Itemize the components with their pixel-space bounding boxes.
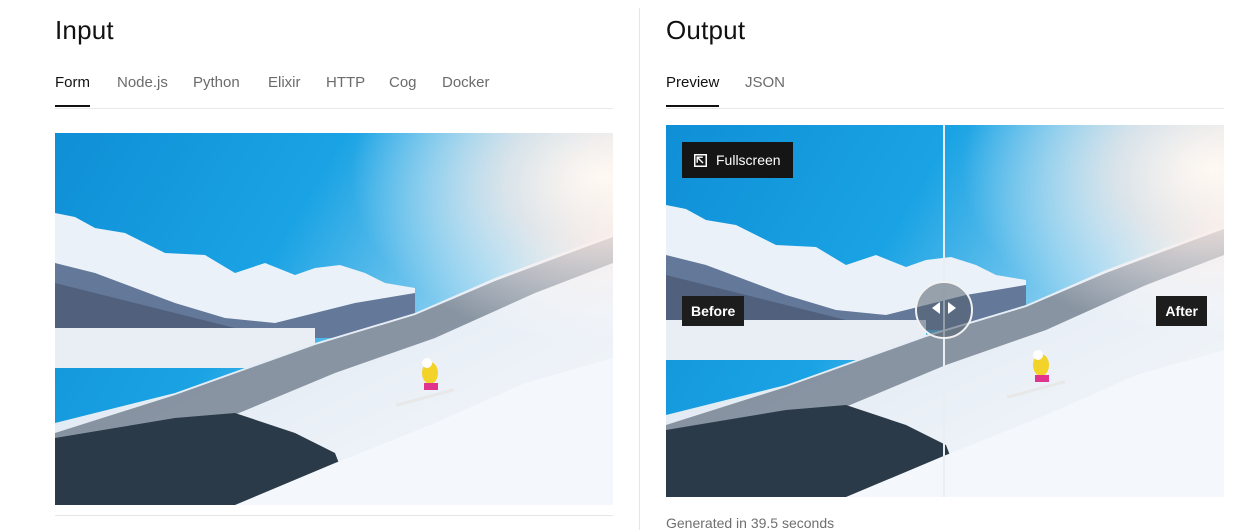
column-divider [639,8,640,530]
tab-elixir[interactable]: Elixir [268,74,301,91]
tab-form[interactable]: Form [55,74,90,107]
input-tabs: Form Node.js Python Elixir HTTP Cog Dock… [55,72,613,109]
output-tabs: Preview JSON [666,72,1224,109]
tab-python[interactable]: Python [193,74,240,91]
tab-nodejs[interactable]: Node.js [117,74,168,91]
input-heading: Input [55,15,114,45]
compare-viewer[interactable]: Fullscreen Before After [666,125,1224,497]
tab-preview[interactable]: Preview [666,74,720,107]
compare-handle[interactable] [915,281,973,339]
after-label: After [1156,296,1207,326]
before-label: Before [682,296,745,326]
input-image[interactable] [55,133,613,505]
fullscreen-icon [694,153,707,167]
ski-photo [55,133,613,505]
compare-arrows-icon [930,300,958,321]
form-divider [55,515,613,516]
generated-time: Generated in 39.5 seconds [666,515,835,531]
tab-cog[interactable]: Cog [389,74,417,91]
fullscreen-label: Fullscreen [716,152,781,168]
fullscreen-button[interactable]: Fullscreen [682,142,793,178]
output-heading: Output [666,15,746,45]
tab-http[interactable]: HTTP [326,74,365,91]
tab-json[interactable]: JSON [745,74,785,91]
tab-docker[interactable]: Docker [442,74,490,91]
